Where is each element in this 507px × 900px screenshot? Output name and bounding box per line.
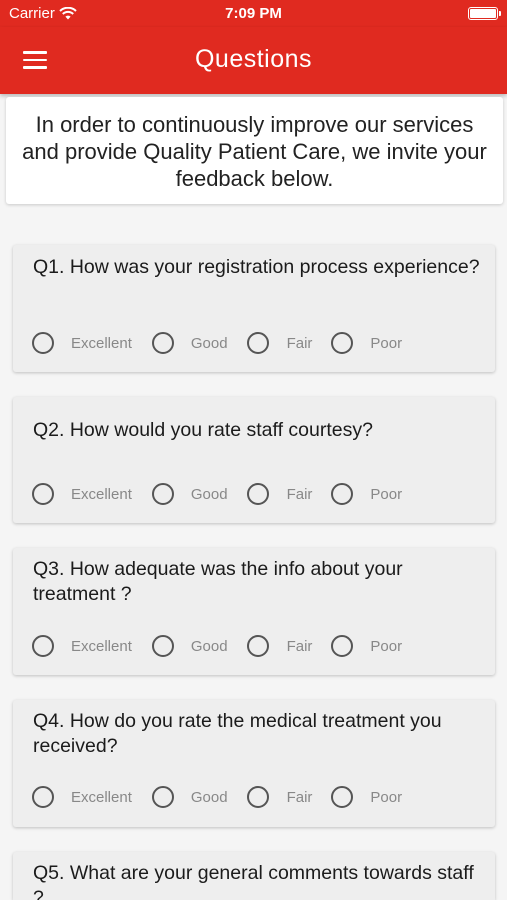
nav-bar: Questions [0,27,507,94]
option-good[interactable]: Good [151,635,247,657]
radio-button[interactable] [32,786,54,808]
option-good[interactable]: Good [151,483,247,505]
radio-button[interactable] [331,786,354,808]
radio-button[interactable] [331,483,354,505]
radio-button[interactable] [246,786,269,808]
rating-options: Excellent Good Fair Poor [32,332,402,354]
question-text: Q2. How would you rate staff courtesy? [33,419,373,441]
question-text: Q4. How do you rate the medical treatmen… [33,710,442,757]
option-fair[interactable]: Fair [246,483,332,505]
radio-button[interactable] [151,483,174,505]
option-poor[interactable]: Poor [331,635,402,657]
status-bar: Carrier 7:09 PM [0,0,507,27]
question-card-5: Q5. What are your general comments towar… [13,852,495,900]
radio-button[interactable] [32,483,54,505]
question-text: Q1. How was your registration process ex… [33,256,480,278]
page-title: Questions [194,45,313,73]
rating-options: Excellent Good Fair Poor [32,483,402,505]
question-card-2: Q2. How would you rate staff courtesy? E… [13,397,495,523]
intro-card: In order to continuously improve our ser… [6,97,503,204]
question-card-3: Q3. How adequate was the info about your… [13,548,495,675]
question-text: Q3. How adequate was the info about your… [33,558,403,605]
option-fair[interactable]: Fair [246,332,332,354]
option-good[interactable]: Good [151,786,247,808]
rating-options: Excellent Good Fair Poor [32,635,402,657]
question-card-4: Q4. How do you rate the medical treatmen… [13,700,495,827]
option-fair[interactable]: Fair [246,786,332,808]
rating-options: Excellent Good Fair Poor [32,786,402,808]
option-good[interactable]: Good [151,332,247,354]
radio-button[interactable] [151,635,174,657]
option-excellent[interactable]: Excellent [32,786,152,808]
question-text: Q5. What are your general comments towar… [33,862,474,900]
radio-button[interactable] [32,635,54,657]
radio-button[interactable] [32,332,54,354]
option-excellent[interactable]: Excellent [32,483,152,505]
radio-button[interactable] [246,635,269,657]
radio-button[interactable] [151,786,174,808]
question-card-1: Q1. How was your registration process ex… [13,245,495,372]
radio-button[interactable] [151,332,174,354]
battery-icon [468,7,501,20]
option-poor[interactable]: Poor [331,332,402,354]
intro-text: In order to continuously improve our ser… [22,112,487,191]
radio-button[interactable] [246,332,269,354]
radio-button[interactable] [246,483,269,505]
radio-button[interactable] [331,635,354,657]
option-excellent[interactable]: Excellent [32,332,152,354]
radio-button[interactable] [331,332,354,354]
option-excellent[interactable]: Excellent [32,635,152,657]
option-fair[interactable]: Fair [246,635,332,657]
option-poor[interactable]: Poor [331,483,402,505]
status-time: 7:09 PM [225,5,282,22]
option-poor[interactable]: Poor [331,786,402,808]
